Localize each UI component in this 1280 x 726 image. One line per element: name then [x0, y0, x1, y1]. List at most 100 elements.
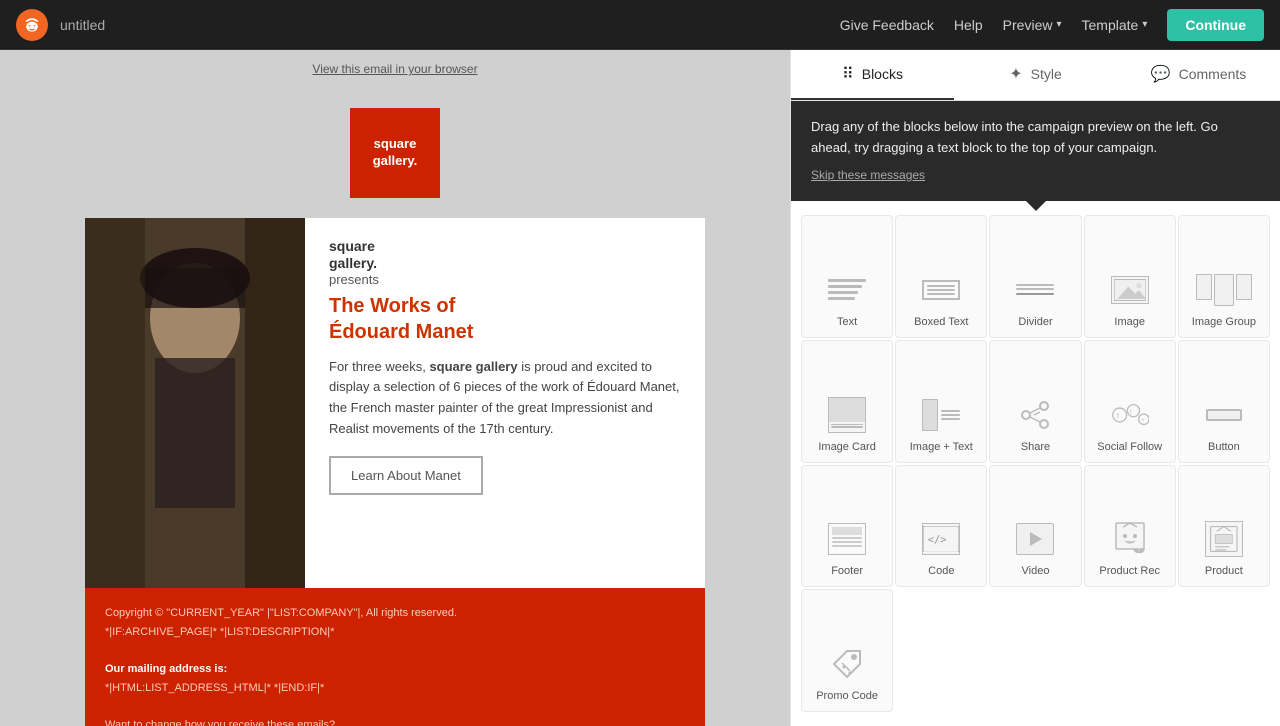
video-icon	[1016, 523, 1054, 555]
button-block-icon	[1199, 395, 1249, 435]
share-block-label: Share	[1021, 441, 1050, 454]
img-text-text-side	[941, 399, 960, 431]
hint-message: Drag any of the blocks below into the ca…	[811, 117, 1260, 159]
product-svg	[1209, 525, 1239, 553]
block-image-group[interactable]: Image Group	[1178, 215, 1270, 338]
image-card-block-label: Image Card	[818, 441, 875, 454]
give-feedback-link[interactable]: Give Feedback	[840, 17, 934, 33]
email-description: For three weeks, square gallery is proud…	[329, 357, 681, 440]
video-block-icon	[1010, 519, 1060, 559]
block-social-follow[interactable]: f t + Social Follow	[1084, 340, 1176, 463]
help-link[interactable]: Help	[954, 17, 983, 33]
block-image[interactable]: Image	[1084, 215, 1176, 338]
product-block-icon	[1199, 519, 1249, 559]
top-navigation: untitled Give Feedback Help Preview ▾ Te…	[0, 0, 1280, 50]
view-in-browser-link[interactable]: View this email in your browser	[312, 62, 477, 76]
image-text-icon	[922, 399, 960, 431]
block-product-rec[interactable]: Product Rec	[1084, 465, 1176, 588]
block-share[interactable]: Share	[989, 340, 1081, 463]
button-icon	[1206, 409, 1242, 421]
block-video[interactable]: Video	[989, 465, 1081, 588]
social-follow-icon: f t +	[1111, 399, 1149, 431]
view-browser-bar: View this email in your browser	[0, 50, 790, 88]
email-cta-button[interactable]: Learn About Manet	[329, 456, 483, 495]
footer-copyright: Copyright © "CURRENT_YEAR" |"LIST:COMPAN…	[105, 604, 685, 623]
svg-text:f: f	[1117, 413, 1119, 420]
social-follow-block-icon: f t +	[1105, 395, 1155, 435]
block-button[interactable]: Button	[1178, 340, 1270, 463]
comments-tab-label: Comments	[1179, 66, 1247, 82]
mini-img-2	[1214, 274, 1234, 306]
divider-icon	[1016, 284, 1054, 295]
code-icon: </>	[922, 523, 960, 555]
image-mountain-icon	[1111, 276, 1149, 304]
footer-preferences: Want to change how you receive these ema…	[105, 716, 685, 726]
svg-text:t: t	[1130, 410, 1132, 416]
button-shape	[1206, 409, 1242, 421]
boxed-text-block-label: Boxed Text	[914, 316, 968, 329]
footer-block-icon	[822, 519, 872, 559]
email-preview-panel: View this email in your browser square g…	[0, 50, 790, 726]
product-icon	[1205, 521, 1243, 557]
block-divider[interactable]: Divider	[989, 215, 1081, 338]
img-text-img-side	[922, 399, 938, 431]
button-block-label: Button	[1208, 441, 1240, 454]
code-block-label: Code	[928, 565, 954, 578]
mini-img-3	[1236, 274, 1252, 300]
template-dropdown[interactable]: Template ▾	[1082, 17, 1148, 33]
brand-line1: square	[329, 238, 375, 254]
logo-line2: gallery.	[373, 153, 418, 170]
block-image-card[interactable]: Image Card	[801, 340, 893, 463]
email-presents-text: presents	[329, 272, 681, 287]
block-product[interactable]: Product	[1178, 465, 1270, 588]
mailchimp-logo-icon	[22, 15, 42, 35]
block-image-text[interactable]: Image + Text	[895, 340, 987, 463]
continue-button[interactable]: Continue	[1167, 9, 1264, 41]
mini-img-1	[1196, 274, 1212, 300]
mailing-label-text: Our mailing address is:	[105, 663, 227, 675]
product-block-label: Product	[1205, 565, 1243, 578]
footer-top-bar	[832, 527, 862, 535]
tab-style[interactable]: ✦ Style	[954, 50, 1117, 100]
email-brand-name: square gallery.	[329, 238, 681, 272]
email-logo-area: square gallery.	[85, 88, 705, 218]
tab-comments[interactable]: 💬 Comments	[1117, 50, 1280, 100]
block-code[interactable]: </> Code	[895, 465, 987, 588]
right-panel: ⠿ Blocks ✦ Style 💬 Comments Drag any of …	[790, 50, 1280, 726]
block-footer[interactable]: Footer	[801, 465, 893, 588]
brand-highlight: square gallery	[429, 359, 517, 374]
footer-lines	[832, 537, 862, 551]
skip-messages-link[interactable]: Skip these messages	[811, 168, 925, 182]
preferences-text: Want to change how you receive these ema…	[105, 719, 335, 726]
share-icon	[1016, 399, 1054, 431]
blocks-grid: Text Boxed Text Divid	[791, 201, 1280, 726]
divider-block-icon	[1010, 270, 1060, 310]
comments-tab-icon: 💬	[1151, 64, 1171, 84]
footer-icon	[828, 523, 866, 555]
preview-dropdown[interactable]: Preview ▾	[1003, 17, 1062, 33]
product-rec-svg	[1111, 521, 1149, 557]
text-lines-icon	[828, 279, 866, 300]
svg-text:</>: </>	[928, 534, 947, 546]
divider-block-label: Divider	[1018, 316, 1052, 329]
promo-code-block-icon	[822, 644, 872, 684]
painting-svg	[85, 218, 305, 588]
social-svg: f t +	[1111, 402, 1149, 428]
brand-line2: gallery.	[329, 255, 377, 271]
image-block-icon	[1105, 270, 1155, 310]
preview-label: Preview	[1003, 17, 1053, 33]
hint-box: Drag any of the blocks below into the ca…	[791, 101, 1280, 201]
email-container: square gallery.	[85, 88, 705, 726]
tab-blocks[interactable]: ⠿ Blocks	[791, 50, 954, 100]
image-block-label: Image	[1114, 316, 1145, 329]
image-group-icon	[1196, 274, 1252, 306]
product-rec-block-label: Product Rec	[1099, 565, 1160, 578]
block-text[interactable]: Text	[801, 215, 893, 338]
style-tab-label: Style	[1031, 66, 1062, 82]
block-promo-code[interactable]: Promo Code	[801, 589, 893, 712]
block-boxed-text[interactable]: Boxed Text	[895, 215, 987, 338]
nav-actions: Give Feedback Help Preview ▾ Template ▾ …	[840, 9, 1264, 41]
painting-placeholder	[85, 218, 305, 588]
footer-block-label: Footer	[831, 565, 863, 578]
code-block-icon: </>	[916, 519, 966, 559]
